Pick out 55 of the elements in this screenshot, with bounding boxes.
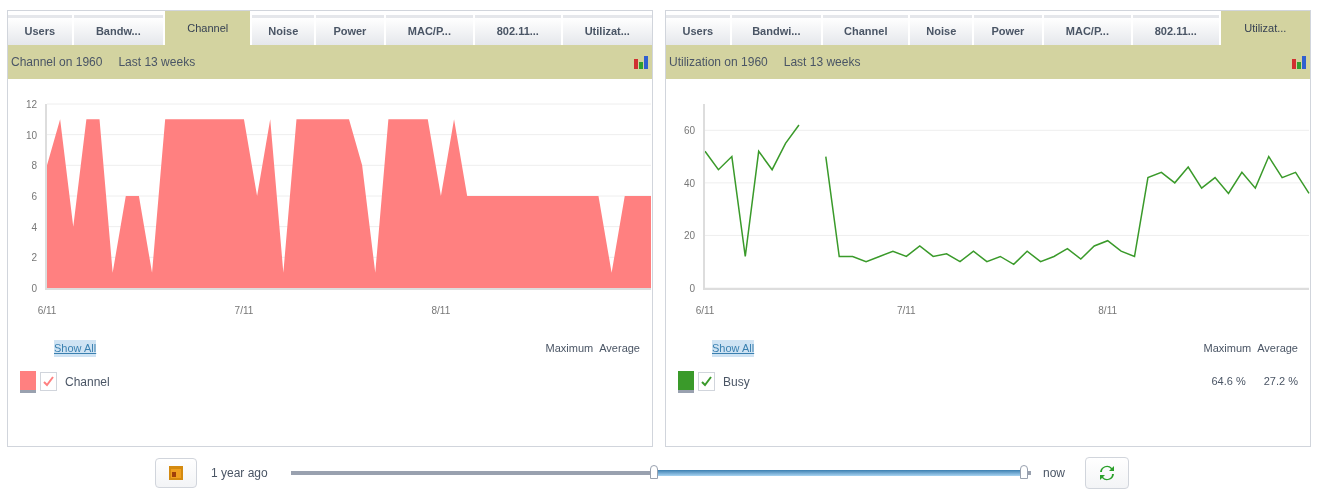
tab[interactable]: MAC/P... [1043,15,1132,45]
chart-type-icon[interactable] [1291,54,1307,70]
tab[interactable]: 802.11... [1133,15,1219,45]
tab[interactable]: Bandw... [73,15,164,45]
x-tick-label: 8/11 [1098,305,1118,316]
x-tick-label: 7/11 [896,305,916,316]
y-tick-label: 8 [31,160,37,172]
range-start-label: 1 year ago [211,465,269,482]
tab[interactable]: MAC/P... [385,15,474,45]
period-label: Last 13 weeks [118,54,196,71]
column-heading: Maximum [1203,341,1252,356]
tab[interactable]: Noise [910,15,973,45]
y-tick-label: 10 [25,129,37,141]
tab[interactable]: Channel [823,15,909,45]
period-label: Last 13 weeks [783,54,861,71]
calendar-button[interactable] [155,458,197,488]
series-checkbox[interactable] [40,372,57,391]
tab[interactable]: 802.11... [475,15,561,45]
chart-title: Channel on 1960 [11,54,103,71]
series-average-value: 27.2 % [1263,374,1298,390]
series-checkbox[interactable] [698,372,715,391]
y-tick-label: 0 [689,283,695,294]
y-tick-label: 4 [31,221,37,233]
tab[interactable]: Utilizat... [1220,11,1310,45]
tab[interactable]: Noise [252,15,315,45]
column-heading: Maximum [545,341,594,356]
tab[interactable]: Power [316,15,384,45]
series-label: Busy [723,373,750,391]
y-tick-label: 40 [683,177,695,189]
tab[interactable]: Channel [165,11,251,45]
y-tick-label: 2 [31,252,37,264]
tab[interactable]: Utilizat... [562,15,652,45]
range-end-label: now [1043,465,1066,482]
x-tick-label: 6/11 [695,305,715,316]
y-tick-label: 0 [31,283,37,294]
series-label: Channel [65,373,110,391]
tab[interactable]: Users [8,15,72,45]
x-tick-label: 8/11 [431,305,451,316]
x-tick-label: 6/11 [37,305,57,316]
tab[interactable]: Power [974,15,1042,45]
chart-type-icon[interactable] [633,54,649,70]
column-heading: Average [599,341,640,356]
series-maximum-value: 64.6 % [1211,374,1246,390]
calendar-icon [168,465,184,481]
tab[interactable]: Users [666,15,730,45]
refresh-button[interactable] [1085,457,1129,489]
chart-title: Utilization on 1960 [669,54,768,71]
x-tick-label: 7/11 [234,305,254,316]
y-tick-label: 6 [31,191,37,202]
tab[interactable]: Bandwi... [731,15,822,45]
y-tick-label: 20 [683,230,695,242]
refresh-icon [1098,464,1116,482]
y-tick-label: 12 [25,99,37,110]
y-tick-label: 60 [683,125,695,137]
column-heading: Average [1257,341,1298,356]
